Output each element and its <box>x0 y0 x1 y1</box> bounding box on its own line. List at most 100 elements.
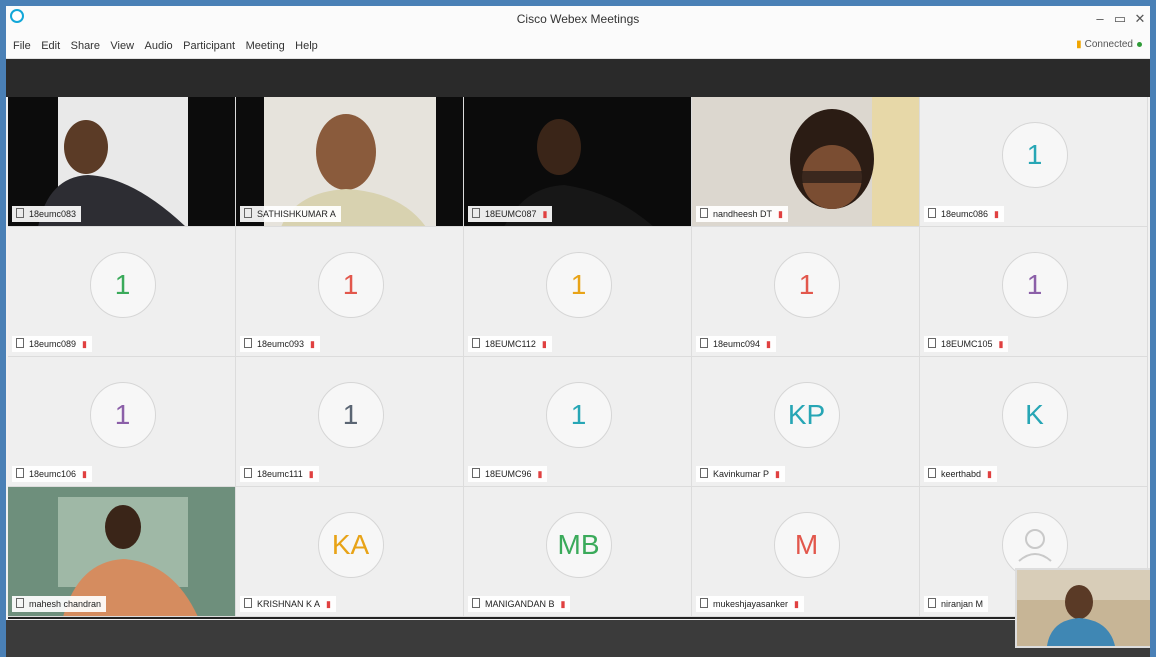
device-icon <box>472 338 480 348</box>
restore-button[interactable]: ▭ <box>1112 11 1128 27</box>
participant-tile[interactable]: 1 18eumc086 ▮ <box>920 97 1148 227</box>
participant-tile[interactable]: MB MANIGANDAN B ▮ <box>464 487 692 617</box>
participant-name: 18eumc111 <box>257 469 303 479</box>
device-icon <box>700 598 708 608</box>
participant-name-label: 18eumc086 ▮ <box>924 206 1004 222</box>
menu-audio[interactable]: Audio <box>145 34 173 58</box>
participant-tile[interactable]: mahesh chandran <box>8 487 236 617</box>
participant-name-label: niranjan M <box>924 596 989 612</box>
participant-name-label: 18eumc093 ▮ <box>240 336 320 352</box>
participant-name: SATHISHKUMAR A <box>257 209 336 219</box>
participant-tile[interactable]: 18eumc083 <box>8 97 236 227</box>
muted-microphone-icon: ▮ <box>308 469 314 479</box>
participant-name: nandheesh DT <box>713 209 773 219</box>
menu-share[interactable]: Share <box>71 34 100 58</box>
participant-name: 18eumc093 <box>257 339 305 349</box>
participant-tile[interactable]: KP Kavinkumar P ▮ <box>692 357 920 487</box>
muted-microphone-icon: ▮ <box>542 209 548 219</box>
device-icon <box>700 208 708 218</box>
minimize-button[interactable]: – <box>1092 11 1108 27</box>
participant-tile[interactable]: Mmukeshjayasanker ▮ <box>692 487 920 617</box>
participant-avatar: 1 <box>1001 121 1068 188</box>
participant-name-label: 18EUMC087 ▮ <box>468 206 553 222</box>
menu-file[interactable]: File <box>13 34 31 58</box>
participant-name: mahesh chandran <box>29 599 102 609</box>
participant-avatar: 1 <box>773 251 840 318</box>
participant-avatar: 1 <box>545 251 612 318</box>
participant-avatar: 1 <box>89 381 156 448</box>
participant-tile[interactable]: 18EUMC087 ▮ <box>464 97 692 227</box>
participant-avatar: 1 <box>89 251 156 318</box>
muted-microphone-icon: ▮ <box>310 339 315 349</box>
connection-status[interactable]: ▮ Connected <box>1076 39 1142 50</box>
participant-name-label: 18EUMC96 ▮ <box>468 466 548 482</box>
participant-name: 18eumc086 <box>941 209 989 219</box>
close-button[interactable]: ✕ <box>1132 11 1148 27</box>
muted-microphone-icon: ▮ <box>987 469 992 479</box>
device-icon <box>472 208 480 218</box>
muted-microphone-icon: ▮ <box>537 469 543 479</box>
participant-avatar: MB <box>545 511 612 578</box>
webex-window: Cisco Webex Meetings – ▭ ✕ File Edit Sha… <box>6 6 1150 657</box>
participant-name-label: keerthabd ▮ <box>924 466 997 482</box>
participant-avatar: 1 <box>1001 251 1068 318</box>
muted-microphone-icon: ▮ <box>998 339 1004 349</box>
self-view-video[interactable] <box>1015 568 1150 648</box>
participant-tile[interactable]: 1 18EUMC105 ▮ <box>920 227 1148 357</box>
participant-name-label: 18eumc094 ▮ <box>696 336 776 352</box>
device-icon <box>244 598 252 608</box>
participant-tile[interactable]: SATHISHKUMAR A <box>236 97 464 227</box>
participant-name: 18eumc089 <box>29 339 77 349</box>
device-icon <box>928 338 936 348</box>
participant-grid: 18eumc083 SATHISHKUMAR A 18EUMC087 ▮ nandhee… <box>8 97 1148 619</box>
muted-microphone-icon: ▮ <box>560 599 566 609</box>
participant-avatar: 1 <box>317 381 384 448</box>
menu-view[interactable]: View <box>110 34 134 58</box>
menu-edit[interactable]: Edit <box>41 34 60 58</box>
title-bar: Cisco Webex Meetings – ▭ ✕ <box>6 6 1150 34</box>
participant-tile[interactable]: 1 18eumc111 ▮ <box>236 357 464 487</box>
device-icon <box>244 468 252 478</box>
participant-tile[interactable]: 1 18eumc106 ▮ <box>8 357 236 487</box>
participant-avatar: M <box>773 511 840 578</box>
participant-tile[interactable]: 1 18eumc094 ▮ <box>692 227 920 357</box>
device-icon <box>16 468 24 478</box>
participant-name-label: mukeshjayasanker ▮ <box>696 596 804 612</box>
participant-avatar: KA <box>317 511 384 578</box>
device-icon <box>472 598 480 608</box>
participant-name-label: 18eumc089 ▮ <box>12 336 92 352</box>
self-view-image <box>1017 570 1150 646</box>
participant-tile[interactable]: 1 18EUMC112 ▮ <box>464 227 692 357</box>
participant-tile[interactable]: 1 18eumc093 ▮ <box>236 227 464 357</box>
participant-tile[interactable]: Kkeerthabd ▮ <box>920 357 1148 487</box>
menu-help[interactable]: Help <box>295 34 318 58</box>
connection-icon: ▮ <box>1076 39 1082 50</box>
participant-name-label: 18eumc111 ▮ <box>240 466 319 482</box>
device-icon <box>928 598 936 608</box>
participant-tile[interactable]: 1 18EUMC96 ▮ <box>464 357 692 487</box>
participant-name-label: 18eumc083 <box>12 206 82 222</box>
muted-microphone-icon: ▮ <box>326 599 331 609</box>
participant-name: 18EUMC087 <box>485 209 537 219</box>
participant-name-label: 18eumc106 ▮ <box>12 466 92 482</box>
muted-microphone-icon: ▮ <box>994 209 999 219</box>
connected-indicator-icon <box>1137 41 1142 47</box>
participant-name: 18EUMC105 <box>941 339 993 349</box>
participant-tile[interactable]: nandheesh DT ▮ <box>692 97 920 227</box>
participant-name: MANIGANDAN B <box>485 599 555 609</box>
device-icon <box>928 468 936 478</box>
connection-label: Connected <box>1084 39 1133 50</box>
participant-tile[interactable]: KA KRISHNAN K A ▮ <box>236 487 464 617</box>
muted-microphone-icon: ▮ <box>82 469 87 479</box>
muted-microphone-icon: ▮ <box>778 209 783 219</box>
participant-name-label: MANIGANDAN B ▮ <box>468 596 571 612</box>
menu-participant[interactable]: Participant <box>183 34 235 58</box>
muted-microphone-icon: ▮ <box>775 469 780 479</box>
participant-name-label: KRISHNAN K A ▮ <box>240 596 336 612</box>
participant-name-label: 18EUMC112 ▮ <box>468 336 552 352</box>
device-icon <box>472 468 480 478</box>
window-title: Cisco Webex Meetings <box>516 12 640 26</box>
participant-name: niranjan M <box>941 599 984 609</box>
participant-tile[interactable]: 1 18eumc089 ▮ <box>8 227 236 357</box>
menu-meeting[interactable]: Meeting <box>246 34 285 58</box>
